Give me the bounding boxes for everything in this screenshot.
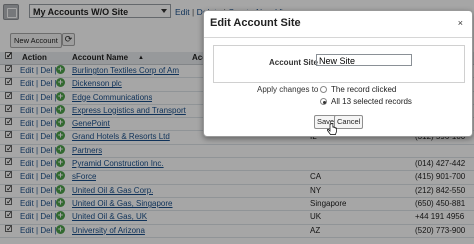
dialog-divider [204, 37, 472, 38]
account-site-label: Account Site [269, 58, 318, 67]
dialog-title: Edit Account Site [210, 17, 301, 29]
field-panel: Account Site New Site [213, 45, 465, 83]
record-clicked-label[interactable]: The record clicked [331, 85, 396, 94]
account-site-input[interactable]: New Site [316, 54, 412, 66]
edit-account-site-dialog: Edit Account Site × Account Site New Sit… [203, 10, 473, 137]
record-clicked-radio[interactable] [320, 86, 327, 93]
all-selected-label[interactable]: All 13 selected records [331, 97, 412, 106]
close-icon[interactable]: × [458, 18, 463, 28]
all-selected-radio[interactable] [320, 98, 327, 105]
hand-cursor-icon [327, 123, 337, 135]
cancel-button[interactable]: Cancel [334, 115, 364, 129]
apply-changes-label: Apply changes to [257, 85, 319, 94]
